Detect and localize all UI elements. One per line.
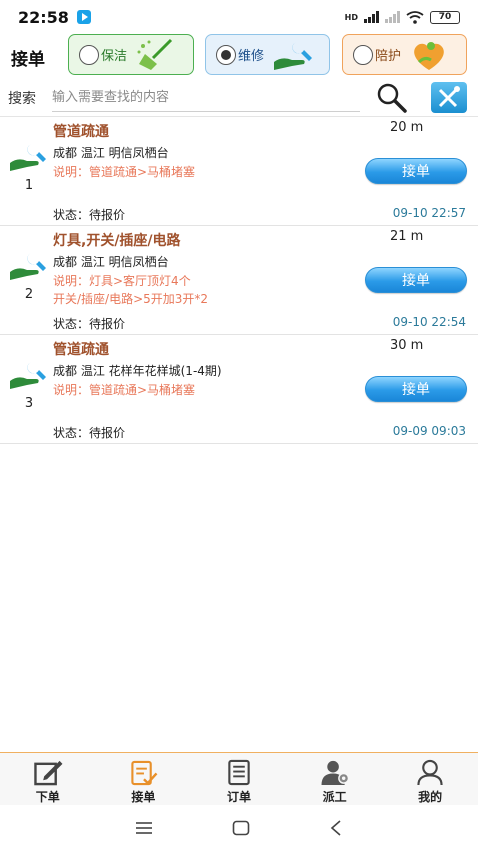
order-description-line: 说明：管道疏通>马桶堵塞: [53, 165, 196, 179]
order-description: 说明：管道疏通>马桶堵塞: [53, 381, 195, 399]
order-item[interactable]: 3 管道疏通 30 m 成都 温江 花样年花样城(1-4期) 说明：管道疏通>马…: [0, 335, 478, 444]
battery-icon: 70: [430, 10, 460, 24]
order-description-line: 开关/插座/电路>5开加3开*2: [53, 292, 209, 306]
nav-label: 派工: [322, 790, 347, 804]
repair-service-icon: [10, 144, 46, 171]
order-status: 状态：待报价: [53, 208, 126, 222]
order-title: 灯具,开关/插座/电路: [53, 233, 181, 249]
order-number: 1: [24, 178, 34, 193]
order-distance: 21 m: [390, 229, 424, 244]
category-care[interactable]: 陪护: [342, 34, 467, 75]
wrench-hand-icon: [274, 41, 313, 70]
order-distance: 30 m: [390, 338, 424, 353]
page-title: 接单: [11, 49, 45, 70]
signal-2-icon: [385, 11, 400, 23]
status-time: 22:58: [18, 7, 69, 27]
nav-item-profile[interactable]: 我的: [382, 753, 478, 805]
signal-icon: [364, 11, 379, 23]
order-status: 状态：待报价: [53, 426, 126, 440]
profile-icon: [417, 759, 443, 786]
nav-label: 下单: [35, 790, 60, 804]
order-description-line: 说明：管道疏通>马桶堵塞: [53, 383, 196, 397]
nav-item-place-order[interactable]: 下单: [0, 753, 96, 805]
order-title: 管道疏通: [53, 124, 109, 140]
order-description-line: 说明：灯具>客厅顶灯4个: [53, 274, 191, 288]
order-time: 09-10 22:54: [392, 315, 466, 329]
network-type-label: HD: [344, 12, 358, 22]
order-list: 1 管道疏通 20 m 成都 温江 明信凤栖台 说明：管道疏通>马桶堵塞 接单 …: [0, 117, 478, 444]
tools-icon: [438, 85, 460, 107]
nav-item-orders[interactable]: 订单: [191, 753, 287, 805]
repair-service-icon: [10, 253, 46, 280]
menu-icon[interactable]: [135, 821, 153, 835]
category-cleaning[interactable]: 保洁: [68, 34, 194, 75]
wifi-icon: [406, 10, 424, 24]
header: 接单 保洁 维修 陪护: [0, 34, 478, 80]
category-care-label: 陪护: [375, 49, 402, 64]
order-status: 状态：待报价: [53, 317, 126, 331]
search-bar: 搜索: [0, 80, 478, 116]
nav-label: 接单: [131, 790, 156, 804]
nav-item-accept-order[interactable]: 接单: [96, 753, 192, 805]
care-heart-icon: [414, 41, 444, 70]
order-description: 说明：灯具>客厅顶灯4个 开关/插座/电路>5开加3开*2: [53, 272, 208, 308]
dispatch-icon: [321, 760, 349, 786]
accept-order-icon: [131, 760, 158, 786]
order-address: 成都 温江 花样年花样城(1-4期): [53, 364, 222, 378]
status-icons: HD 70: [344, 10, 460, 24]
radio-cleaning[interactable]: [79, 44, 99, 65]
search-label: 搜索: [8, 91, 36, 107]
radio-care[interactable]: [353, 44, 373, 65]
order-address: 成都 温江 明信凤栖台: [53, 255, 169, 269]
repair-service-icon: [10, 362, 46, 389]
order-description: 说明：管道疏通>马桶堵塞: [53, 163, 195, 181]
broom-icon: [137, 38, 173, 70]
system-nav-bar: [0, 806, 478, 850]
search-icon[interactable]: [375, 82, 409, 114]
category-repair-label: 维修: [238, 49, 265, 64]
nav-label: 订单: [226, 790, 251, 804]
nav-item-dispatch[interactable]: 派工: [287, 753, 383, 805]
radio-repair[interactable]: [216, 44, 236, 65]
order-item[interactable]: 2 灯具,开关/插座/电路 21 m 成都 温江 明信凤栖台 说明：灯具>客厅顶…: [0, 226, 478, 335]
orders-icon: [228, 759, 250, 786]
order-item[interactable]: 1 管道疏通 20 m 成都 温江 明信凤栖台 说明：管道疏通>马桶堵塞 接单 …: [0, 117, 478, 226]
edit-icon: [34, 760, 63, 786]
home-icon[interactable]: [232, 820, 250, 836]
search-input[interactable]: [52, 84, 360, 112]
accept-order-button[interactable]: 接单: [365, 267, 467, 293]
status-bar: 22:58 HD 70: [0, 0, 478, 34]
order-distance: 20 m: [390, 120, 424, 135]
order-title: 管道疏通: [53, 342, 109, 358]
category-cleaning-label: 保洁: [101, 49, 128, 64]
app-notification-icon: [76, 10, 91, 24]
accept-order-button[interactable]: 接单: [365, 376, 467, 402]
order-number: 2: [24, 287, 34, 302]
category-repair[interactable]: 维修: [205, 34, 330, 75]
order-number: 3: [24, 396, 34, 411]
order-time: 09-10 22:57: [392, 206, 466, 220]
nav-label: 我的: [418, 790, 443, 804]
tools-button[interactable]: [431, 82, 467, 113]
bottom-nav: 下单 接单 订单 派工 我的: [0, 752, 478, 805]
order-time: 09-09 09:03: [392, 424, 466, 438]
order-address: 成都 温江 明信凤栖台: [53, 146, 169, 160]
back-icon[interactable]: [329, 820, 343, 836]
accept-order-button[interactable]: 接单: [365, 158, 467, 184]
